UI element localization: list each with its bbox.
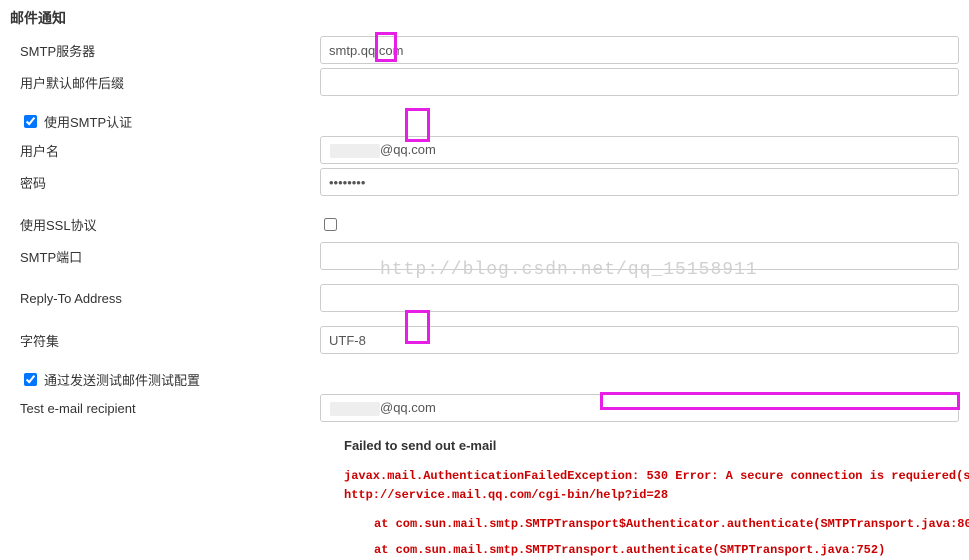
input-charset[interactable] xyxy=(320,326,959,354)
label-test-send: 通过发送测试邮件测试配置 xyxy=(44,370,200,389)
label-username: 用户名 xyxy=(0,141,320,160)
input-smtp-port[interactable] xyxy=(320,242,959,270)
input-smtp-server[interactable] xyxy=(320,36,959,64)
input-default-suffix[interactable] xyxy=(320,68,959,96)
checkbox-test-send[interactable] xyxy=(24,373,37,386)
label-reply-to: Reply-To Address xyxy=(0,291,320,306)
label-use-ssl: 使用SSL协议 xyxy=(0,215,320,234)
error-stack-2: at com.sun.mail.smtp.SMTPTransport.authe… xyxy=(344,541,969,560)
error-exception: javax.mail.AuthenticationFailedException… xyxy=(344,467,969,486)
error-help-url: http://service.mail.qq.com/cgi-bin/help?… xyxy=(344,486,969,505)
label-test-recipient: Test e-mail recipient xyxy=(0,401,320,416)
error-title: Failed to send out e-mail xyxy=(344,438,969,453)
input-test-recipient[interactable] xyxy=(320,394,959,422)
error-stack-1: at com.sun.mail.smtp.SMTPTransport$Authe… xyxy=(344,515,969,534)
label-password: 密码 xyxy=(0,173,320,192)
checkbox-use-smtp-auth[interactable] xyxy=(24,115,37,128)
input-username[interactable] xyxy=(320,136,959,164)
label-default-suffix: 用户默认邮件后缀 xyxy=(0,73,320,92)
section-title: 邮件通知 xyxy=(0,0,969,34)
label-smtp-port: SMTP端口 xyxy=(0,247,320,266)
checkbox-use-ssl[interactable] xyxy=(324,218,337,231)
input-password[interactable] xyxy=(320,168,959,196)
label-charset: 字符集 xyxy=(0,331,320,350)
label-smtp-server: SMTP服务器 xyxy=(0,41,320,60)
label-use-smtp-auth: 使用SMTP认证 xyxy=(44,112,132,131)
input-reply-to[interactable] xyxy=(320,284,959,312)
